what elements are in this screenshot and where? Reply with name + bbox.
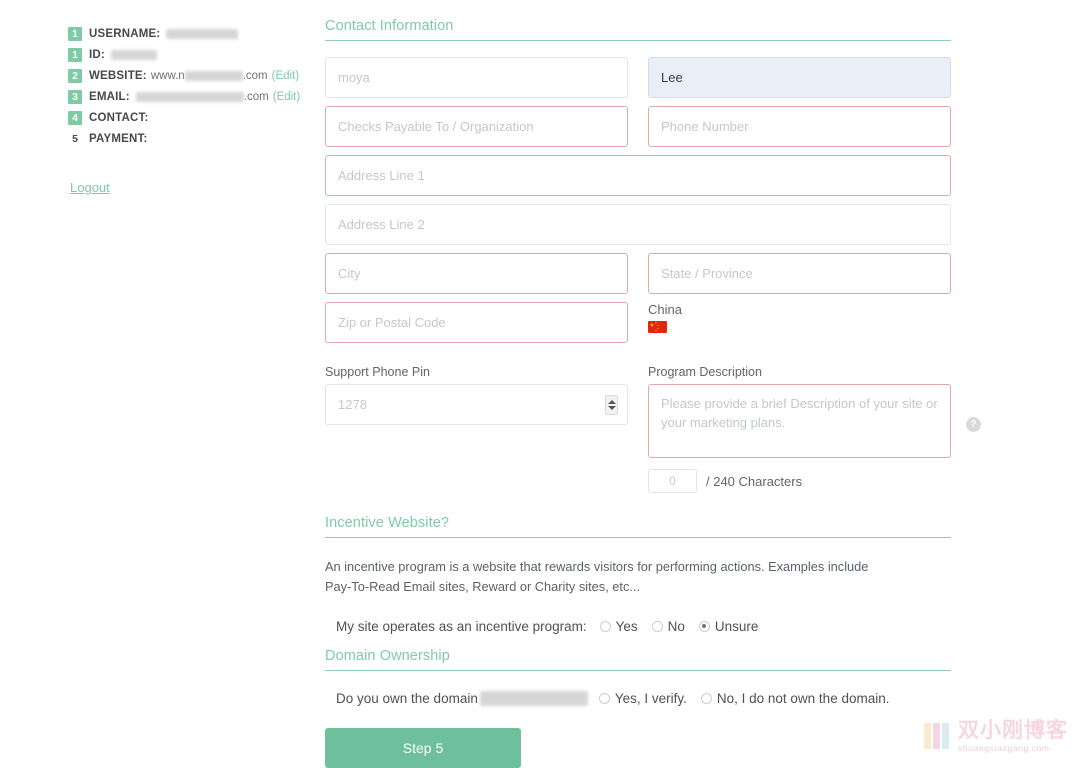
domain-ownership-radio-group: Do you own the domain Yes, I verify. No,… (325, 690, 951, 706)
incentive-website-heading: Incentive Website? (325, 515, 450, 531)
website-value-suffix: .com (242, 70, 268, 82)
watermark-title: 双小刚博客 (958, 718, 1068, 742)
phone-number-input[interactable] (648, 106, 951, 147)
zip-postal-code-input[interactable] (325, 302, 628, 343)
contact-information-heading: Contact Information (325, 18, 454, 34)
account-label: WEBSITE: (89, 70, 147, 82)
first-name-input[interactable] (325, 57, 628, 98)
program-description-label: Program Description (648, 365, 762, 379)
support-phone-pin-label: Support Phone Pin (325, 365, 430, 379)
redacted-username (166, 29, 239, 39)
program-description-textarea[interactable] (648, 384, 951, 458)
city-state-row (325, 253, 951, 294)
step-badge: 2 (68, 69, 82, 83)
cn-flag-icon (648, 321, 667, 333)
step-badge: 1 (68, 27, 82, 41)
domain-ownership-question: Do you own the domain (336, 690, 478, 706)
last-name-input[interactable] (648, 57, 951, 98)
watermark: 双小刚博客 shuangxiaogang.com (924, 720, 1068, 753)
redacted-website (184, 71, 243, 81)
incentive-description: An incentive program is a website that r… (325, 559, 869, 594)
edit-website-link[interactable]: (Edit) (272, 70, 299, 82)
domain-option-label-yes: Yes, I verify. (614, 690, 687, 706)
account-label: EMAIL: (89, 91, 130, 103)
account-row-username: 1 USERNAME: (68, 24, 318, 44)
zip-country-row: China (325, 302, 951, 343)
help-circle-icon[interactable]: ? (966, 417, 981, 432)
account-row-email: 3 EMAIL: .com (Edit) (68, 87, 318, 107)
city-input[interactable] (325, 253, 628, 294)
address-line-1-input[interactable] (325, 155, 951, 196)
registration-form: Contact Information moya Lee Checks Paya… (325, 18, 981, 768)
support-phone-pin-input[interactable] (325, 384, 628, 425)
website-value-prefix: www.n (150, 70, 185, 82)
domain-radio-no[interactable] (700, 692, 712, 704)
step-badge: 3 (68, 90, 82, 104)
incentive-option-label-yes: Yes (615, 618, 638, 634)
org-phone-row (325, 106, 951, 147)
country-label: China (648, 302, 682, 317)
redacted-email (135, 92, 244, 102)
account-sidebar: 1 USERNAME: 1 ID: 2 WEBSITE: www.n .com … (68, 24, 318, 197)
domain-ownership-heading: Domain Ownership (325, 647, 450, 664)
account-label: PAYMENT: (89, 133, 148, 145)
account-row-contact: 4 CONTACT: (68, 108, 318, 128)
state-province-input[interactable] (648, 253, 951, 294)
character-limit-label: / 240 Characters (706, 473, 803, 489)
country-display: China (648, 302, 951, 343)
address-line-2-input[interactable] (325, 204, 951, 245)
redacted-id (110, 50, 157, 60)
step-badge: 4 (68, 111, 82, 125)
incentive-question: My site operates as an incentive program… (336, 618, 587, 634)
character-counter: 0 / 240 Characters (648, 469, 951, 493)
domain-radio-yes[interactable] (598, 692, 610, 704)
support-phone-pin-wrap (325, 384, 628, 425)
incentive-option-label-unsure: Unsure (714, 618, 759, 634)
account-label: USERNAME: (89, 28, 161, 40)
account-label: CONTACT: (89, 112, 149, 124)
logout-link[interactable]: Logout (70, 180, 110, 195)
step-badge: 1 (68, 48, 82, 62)
email-value-suffix: .com (243, 91, 269, 103)
watermark-logo-icon (924, 722, 951, 749)
step-5-submit-button[interactable]: Step 5 (325, 727, 521, 768)
incentive-radio-group: My site operates as an incentive program… (325, 619, 951, 634)
checks-payable-input[interactable] (325, 106, 628, 147)
account-row-id: 1 ID: (68, 45, 318, 65)
pin-description-row: Support Phone Pin Program Description ? … (325, 365, 981, 493)
account-label: ID: (89, 49, 105, 61)
incentive-radio-yes[interactable] (599, 620, 611, 632)
incentive-option-label-no: No (667, 618, 685, 634)
character-count-value: 0 (648, 469, 697, 493)
incentive-radio-no[interactable] (651, 620, 663, 632)
edit-email-link[interactable]: (Edit) (273, 91, 300, 103)
domain-option-label-no: No, I do not own the domain. (716, 690, 890, 706)
step-badge: 5 (72, 133, 78, 145)
incentive-radio-unsure[interactable] (698, 620, 710, 632)
name-row (325, 57, 951, 98)
watermark-url: shuangxiaogang.com (958, 742, 1050, 753)
redacted-domain (479, 690, 588, 706)
account-row-website: 2 WEBSITE: www.n .com (Edit) (68, 66, 318, 86)
number-stepper-icon[interactable] (605, 394, 618, 415)
account-row-payment: 5 PAYMENT: (68, 129, 318, 149)
